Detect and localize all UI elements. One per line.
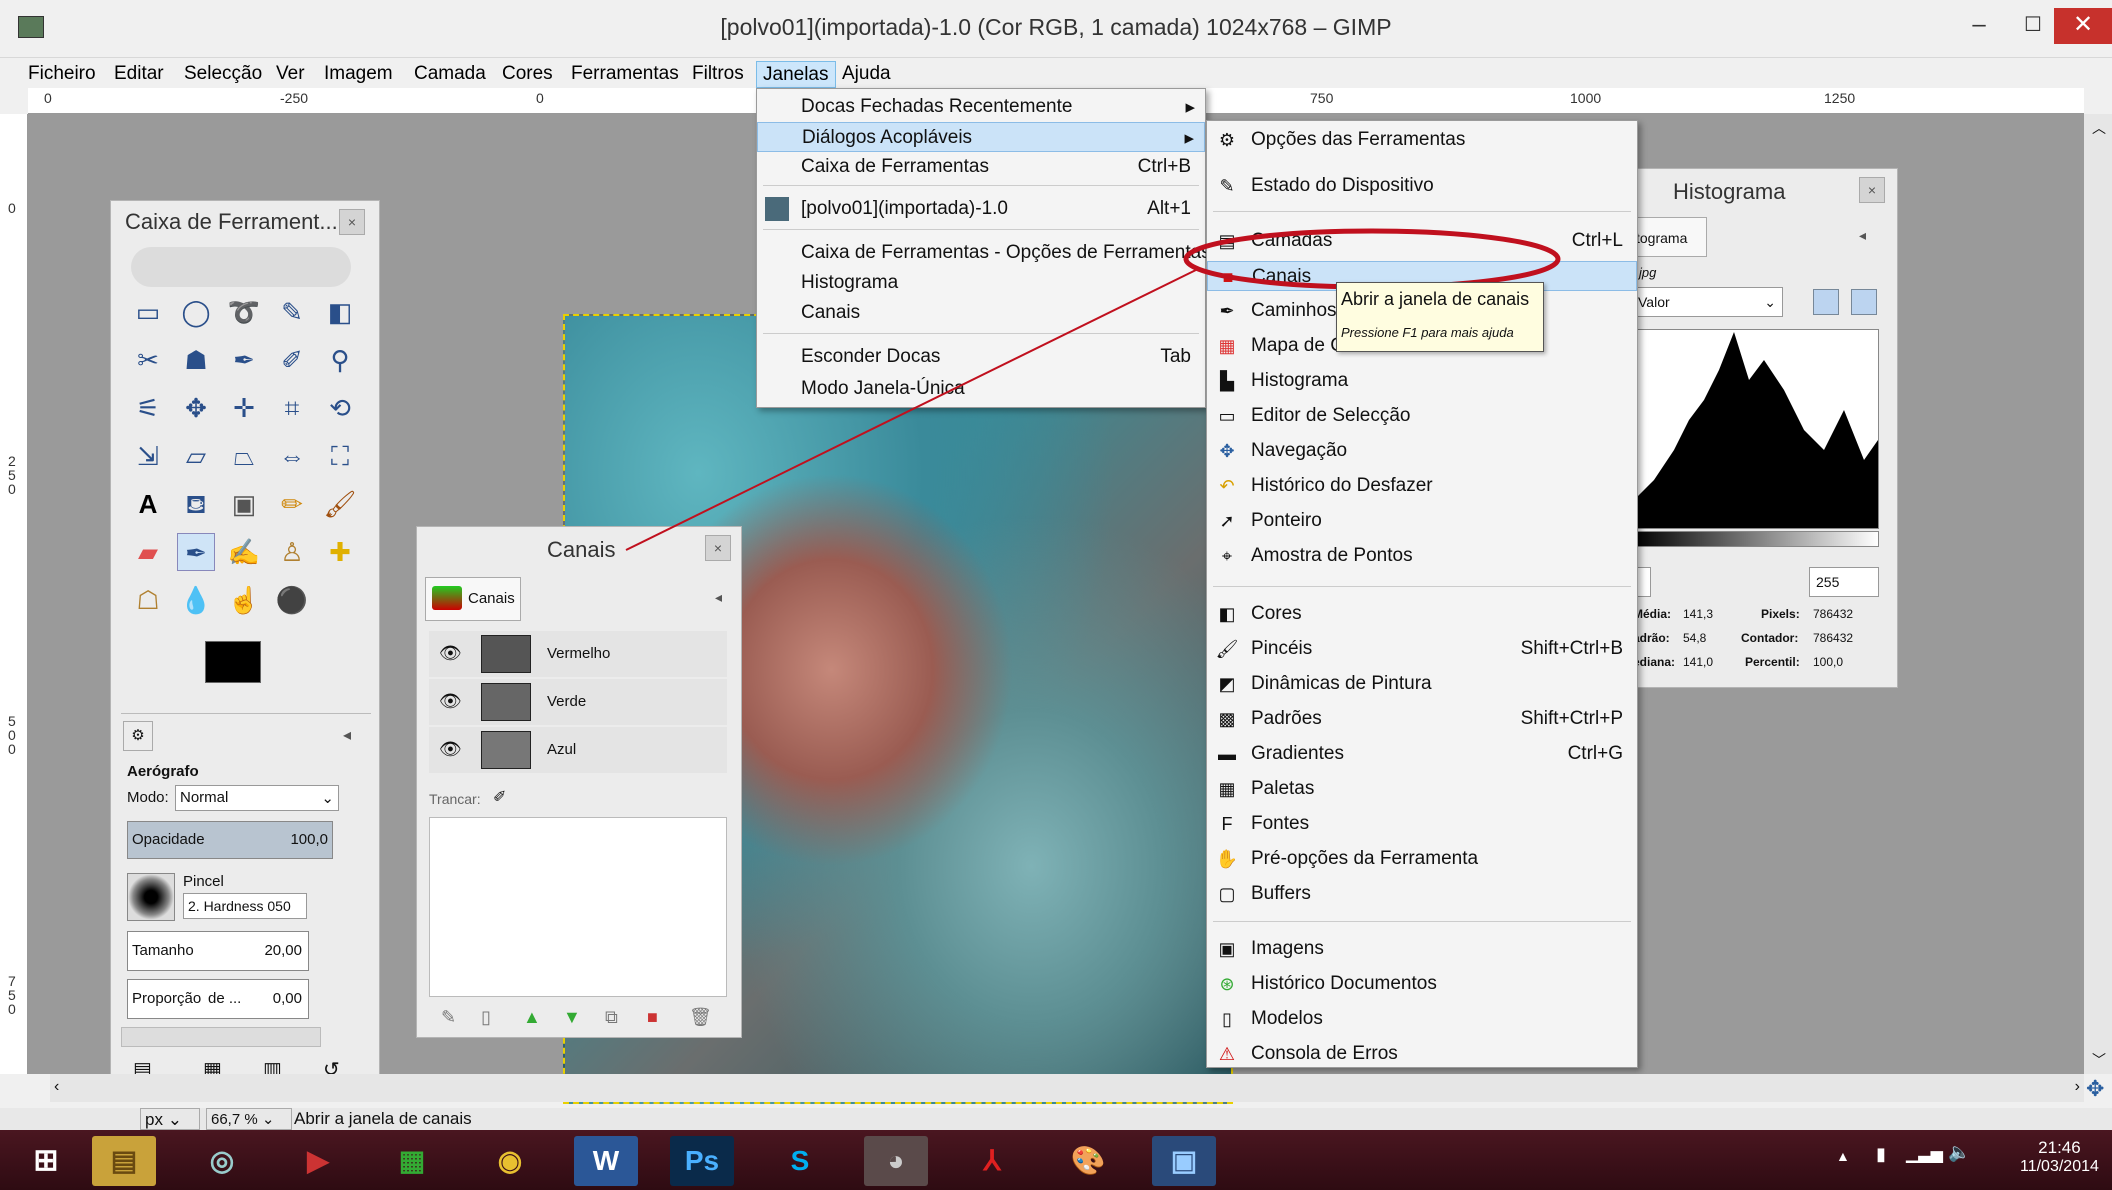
- clock-date: 11/03/2014: [2020, 1158, 2099, 1175]
- gimp-taskbar-icon[interactable]: ◕: [864, 1136, 928, 1186]
- unit-select[interactable]: px ⌄: [140, 1108, 200, 1130]
- status-message: Abrir a janela de canais: [294, 1109, 472, 1128]
- remote-desktop-icon[interactable]: ◎: [190, 1136, 254, 1186]
- annotation-line: [625, 267, 1201, 551]
- status-bar: px ⌄ 66,7 % ⌄ Abrir a janela de canais: [0, 1108, 2112, 1130]
- annotation-overlay: [625, 228, 1561, 551]
- show-hidden-icons-icon[interactable]: ▲: [1836, 1148, 1850, 1164]
- paint-icon[interactable]: 🎨: [1056, 1136, 1120, 1186]
- battery-icon[interactable]: ▮: [1876, 1144, 1886, 1165]
- windows-start-icon[interactable]: ⊞: [14, 1136, 78, 1186]
- word-icon[interactable]: W: [574, 1136, 638, 1186]
- windows-taskbar: ⊞ ▤ ◎ ▶ ▦ ◉ W Ps S ◕ ⅄ 🎨 ▣ ▲ ▮ ▁▃▅ 🔈 21:…: [0, 1130, 2112, 1190]
- zoom-select[interactable]: 66,7 % ⌄: [206, 1108, 292, 1130]
- navigate-icon[interactable]: ✥: [2086, 1076, 2104, 1102]
- chevron-up-icon[interactable]: ︿: [2092, 118, 2106, 138]
- acrobat-icon[interactable]: ⅄: [960, 1136, 1024, 1186]
- chevron-left-icon[interactable]: ‹: [54, 1078, 59, 1096]
- chrome-icon[interactable]: ◉: [478, 1136, 542, 1186]
- tooltip-title: Abrir a janela de canais: [1341, 289, 1530, 309]
- canvas-horizontal-scrollbar[interactable]: ‹ ›: [50, 1074, 2084, 1102]
- zoom-value: 66,7 %: [211, 1111, 258, 1128]
- unit-value: px: [145, 1110, 163, 1129]
- chevron-down-icon[interactable]: ﹀: [2092, 1050, 2106, 1070]
- skype-icon[interactable]: S: [768, 1136, 832, 1186]
- photos-icon[interactable]: ▣: [1152, 1136, 1216, 1186]
- chevron-right-icon[interactable]: ›: [2075, 1078, 2080, 1096]
- vertical-scrollbar[interactable]: ︿ ﹀: [2084, 114, 2112, 1074]
- photoshop-icon[interactable]: Ps: [670, 1136, 734, 1186]
- project-icon[interactable]: ▦: [380, 1136, 444, 1186]
- gimp-window: [polvo01](importada)-1.0 (Cor RGB, 1 cam…: [0, 0, 2112, 1130]
- clock-time: 21:46: [2038, 1138, 2081, 1157]
- tooltip: Abrir a janela de canais Pressione F1 pa…: [1336, 282, 1544, 352]
- file-explorer-icon[interactable]: ▤: [92, 1136, 156, 1186]
- media-player-icon[interactable]: ▶: [286, 1136, 350, 1186]
- highlight-ellipse: [1183, 228, 1561, 290]
- tooltip-hint: Pressione F1 para mais ajuda: [1341, 325, 1514, 340]
- volume-icon[interactable]: 🔈: [1948, 1142, 1970, 1163]
- network-icon[interactable]: ▁▃▅: [1906, 1144, 1943, 1164]
- clock[interactable]: 21:46 11/03/2014: [2020, 1138, 2099, 1176]
